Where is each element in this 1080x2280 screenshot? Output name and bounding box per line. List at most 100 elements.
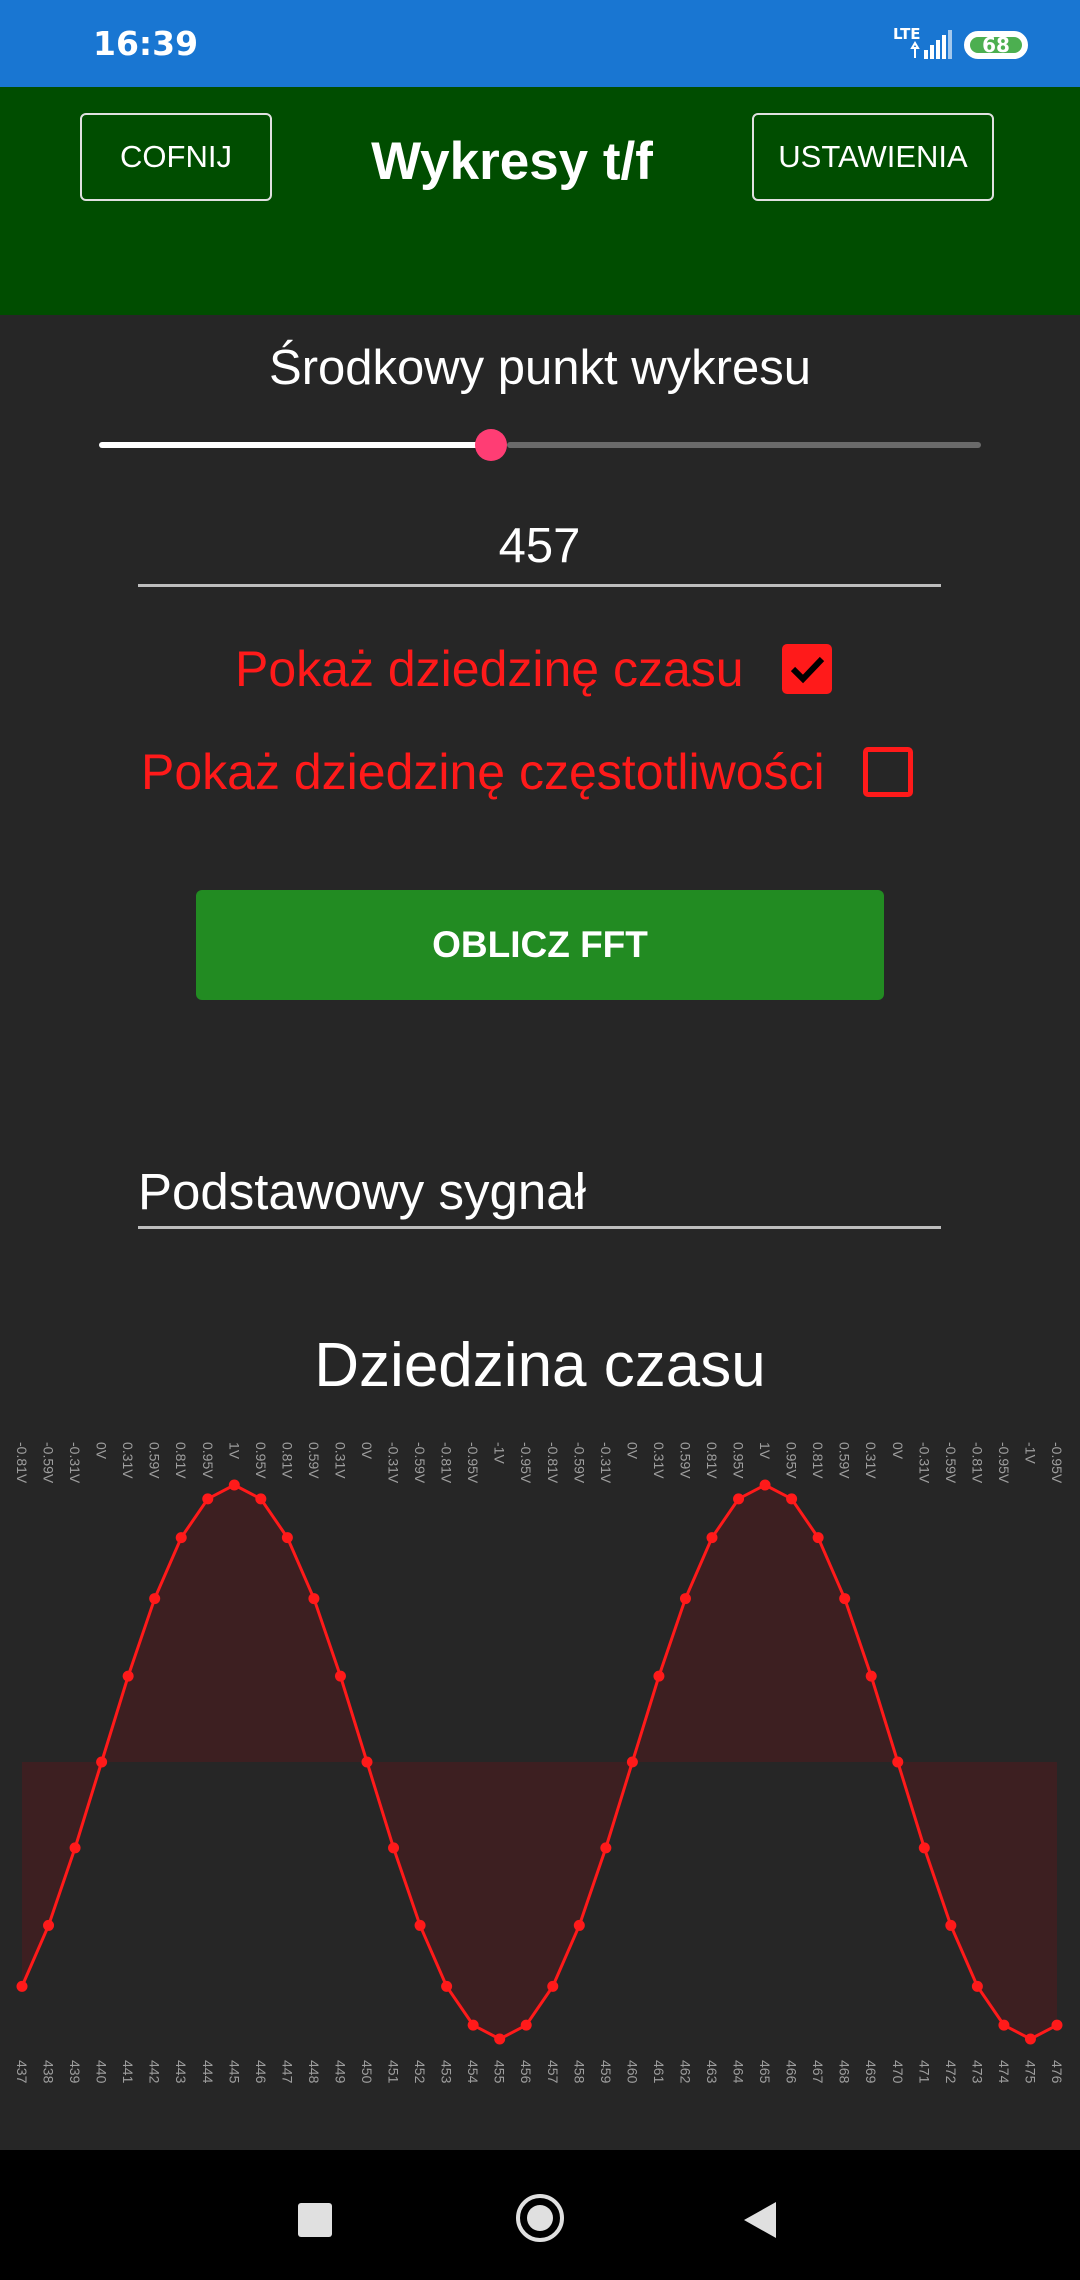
settings-button[interactable]: USTAWIENIA bbox=[752, 113, 994, 201]
data-point bbox=[573, 1919, 585, 1931]
x-tick-label: 443 bbox=[173, 2060, 189, 2084]
x-tick-label: 454 bbox=[465, 2060, 481, 2084]
data-point bbox=[122, 1670, 134, 1682]
data-point bbox=[812, 1532, 824, 1544]
data-label: 0.95V bbox=[253, 1442, 269, 1479]
data-label: -0.81V bbox=[14, 1442, 30, 1484]
x-tick-label: 475 bbox=[1022, 2060, 1038, 2084]
data-point bbox=[1051, 2019, 1063, 2031]
data-label: 0.81V bbox=[173, 1442, 189, 1479]
data-point bbox=[494, 2033, 506, 2045]
frequency-domain-checkbox[interactable] bbox=[862, 747, 913, 797]
x-tick-label: 467 bbox=[810, 2060, 826, 2084]
data-label: -0.31V bbox=[67, 1442, 83, 1484]
x-tick-label: 451 bbox=[386, 2060, 402, 2084]
chart-title: Dziedzina czasu bbox=[314, 1331, 766, 1400]
time-domain-chart[interactable]: -0.81V -0.59V -0.31V 0V 0.31V 0.59V 0.81V 0.95V… bbox=[0, 1420, 1080, 2100]
frequency-domain-label: Pokaż dziedzinę częstotliwości bbox=[141, 744, 825, 800]
data-label: -0.59V bbox=[41, 1442, 57, 1484]
page-title: Wykresy t/f bbox=[371, 132, 653, 191]
data-point bbox=[971, 1980, 983, 1992]
signal-type-field[interactable]: Podstawowy sygnał bbox=[138, 1152, 941, 1229]
data-label: 0.81V bbox=[704, 1442, 720, 1479]
x-tick-label: 448 bbox=[306, 2060, 322, 2084]
x-tick-label: 441 bbox=[120, 2060, 136, 2084]
data-label: -0.95V bbox=[465, 1442, 481, 1484]
x-tick-label: 473 bbox=[969, 2060, 985, 2084]
x-tick-label: 464 bbox=[731, 2060, 747, 2084]
data-point bbox=[334, 1670, 346, 1682]
home-icon[interactable] bbox=[516, 2194, 564, 2242]
x-tick-label: 466 bbox=[784, 2060, 800, 2084]
data-label: 0.95V bbox=[784, 1442, 800, 1479]
data-point bbox=[679, 1593, 691, 1605]
x-tick-label: 452 bbox=[412, 2060, 428, 2084]
data-label: 0.31V bbox=[332, 1442, 348, 1479]
status-bar: 16:39 LTE 68 bbox=[0, 0, 1080, 87]
data-label: -0.31V bbox=[386, 1442, 402, 1484]
back-button[interactable]: COFNIJ bbox=[80, 113, 272, 201]
data-label: -0.95V bbox=[1049, 1442, 1065, 1484]
data-label: -0.59V bbox=[412, 1442, 428, 1484]
data-label: 0.95V bbox=[200, 1442, 216, 1479]
x-tick-label: 470 bbox=[890, 2060, 906, 2084]
data-point bbox=[520, 2019, 532, 2031]
x-tick-label: 456 bbox=[518, 2060, 534, 2084]
status-time: 16:39 bbox=[93, 24, 199, 63]
signal-icon bbox=[910, 30, 952, 59]
data-label: 0.31V bbox=[863, 1442, 879, 1479]
x-tick-label: 472 bbox=[943, 2060, 959, 2084]
data-label: -0.31V bbox=[598, 1442, 614, 1484]
data-point bbox=[839, 1593, 851, 1605]
checkmark-icon bbox=[790, 656, 824, 684]
slider-thumb[interactable] bbox=[475, 429, 508, 461]
data-point bbox=[69, 1842, 81, 1854]
x-tick-label: 449 bbox=[332, 2060, 348, 2084]
x-tick-label: 476 bbox=[1049, 2060, 1065, 2084]
recent-apps-icon[interactable] bbox=[298, 2203, 332, 2237]
data-label: 1V bbox=[757, 1442, 773, 1460]
time-domain-label: Pokaż dziedzinę czasu bbox=[235, 641, 744, 697]
data-label: -0.81V bbox=[545, 1442, 561, 1484]
time-domain-checkbox[interactable] bbox=[781, 644, 832, 694]
data-point bbox=[998, 2019, 1010, 2031]
x-tick-label: 453 bbox=[439, 2060, 455, 2084]
data-point bbox=[918, 1842, 930, 1854]
data-label: 0.81V bbox=[279, 1442, 295, 1479]
data-point bbox=[281, 1532, 293, 1544]
data-point bbox=[653, 1670, 665, 1682]
data-label: 0.59V bbox=[677, 1442, 693, 1479]
data-label: 0V bbox=[890, 1442, 906, 1460]
x-tick-label: 458 bbox=[571, 2060, 587, 2084]
x-tick-label: 462 bbox=[677, 2060, 693, 2084]
data-label: -0.95V bbox=[996, 1442, 1012, 1484]
data-label: -0.59V bbox=[571, 1442, 587, 1484]
data-label: 0.59V bbox=[837, 1442, 853, 1479]
compute-fft-button[interactable]: OBLICZ FFT bbox=[196, 890, 884, 1000]
data-point bbox=[388, 1842, 400, 1854]
center-point-input[interactable]: 457 bbox=[138, 512, 941, 587]
data-label: 0.31V bbox=[120, 1442, 136, 1479]
data-label: 0.81V bbox=[810, 1442, 826, 1479]
data-point bbox=[255, 1493, 267, 1505]
x-tick-label: 459 bbox=[598, 2060, 614, 2084]
back-nav-icon[interactable] bbox=[744, 2202, 776, 2238]
data-point bbox=[786, 1493, 798, 1505]
data-label: 1V bbox=[226, 1442, 242, 1460]
data-label: -0.31V bbox=[916, 1442, 932, 1484]
x-tick-label: 445 bbox=[226, 2060, 242, 2084]
frequency-domain-option[interactable]: Pokaż dziedzinę częstotliwości bbox=[141, 743, 913, 801]
data-point bbox=[16, 1980, 28, 1992]
x-tick-label: 442 bbox=[147, 2060, 163, 2084]
time-domain-option[interactable]: Pokaż dziedzinę czasu bbox=[235, 640, 832, 698]
data-point bbox=[202, 1493, 214, 1505]
x-tick-label: 469 bbox=[863, 2060, 879, 2084]
data-point bbox=[706, 1532, 718, 1544]
data-point bbox=[467, 2019, 479, 2031]
data-point bbox=[361, 1756, 373, 1768]
center-point-slider[interactable] bbox=[99, 429, 981, 461]
data-point bbox=[308, 1593, 320, 1605]
x-tick-label: 440 bbox=[94, 2060, 110, 2084]
data-point bbox=[892, 1756, 904, 1768]
x-tick-label: 460 bbox=[624, 2060, 640, 2084]
